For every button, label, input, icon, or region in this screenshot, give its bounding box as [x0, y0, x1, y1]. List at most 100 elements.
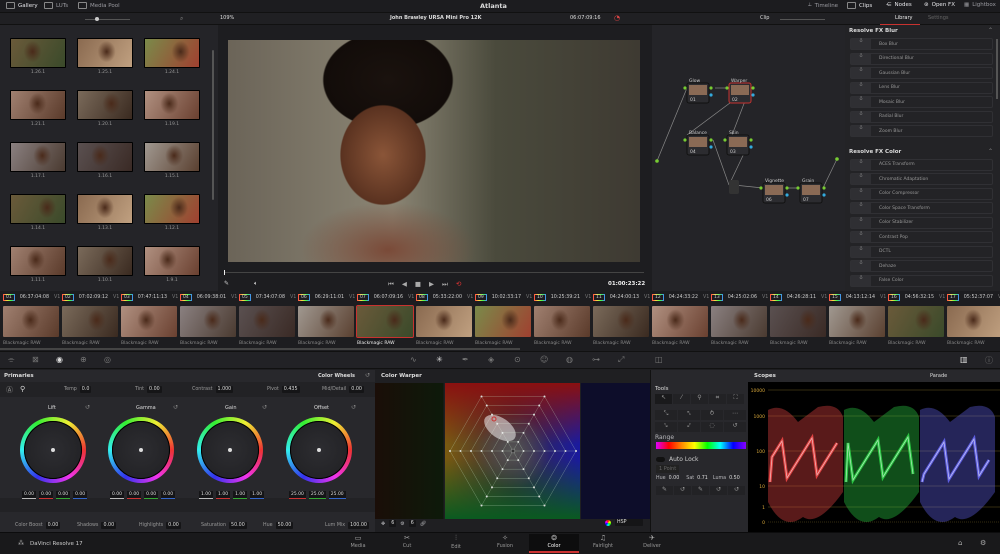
fx-item[interactable]: ♁ DCTL — [850, 245, 993, 258]
scope-mode-dropdown[interactable]: Parade — [930, 373, 947, 379]
timeline-tab[interactable]: ⟂ Timeline — [808, 2, 838, 9]
wheel-center-handle[interactable] — [317, 448, 321, 452]
node-skin[interactable]: Skin 03 — [723, 130, 753, 156]
clip-thumbnail[interactable] — [416, 306, 472, 337]
gallery-still[interactable] — [10, 38, 66, 68]
color-wheel-offset[interactable] — [286, 417, 352, 483]
wheel-value[interactable]: 0.00 — [127, 491, 142, 499]
node-input[interactable] — [683, 138, 687, 142]
search-icon[interactable]: ⌕ — [180, 15, 183, 23]
node-input[interactable] — [683, 86, 687, 90]
gallery-still[interactable] — [77, 194, 133, 224]
fx-item[interactable]: ♁ Lens Blur — [850, 81, 993, 94]
wheel-value[interactable]: 25.00 — [328, 491, 346, 499]
rgb-mixer-icon[interactable]: ⊕ — [80, 355, 87, 364]
fx-group-title[interactable]: Resolve FX Blur — [849, 28, 898, 34]
wheel-value[interactable]: 0.00 — [22, 491, 37, 499]
hue-value[interactable]: 0.00 — [669, 476, 680, 481]
gallery-still[interactable] — [144, 246, 200, 276]
gallery-still[interactable] — [10, 90, 66, 120]
page-tab-cut[interactable]: ✂ Cut — [382, 534, 432, 549]
fx-item[interactable]: ♁ Color Stabilizer — [850, 216, 993, 229]
curves-icon[interactable]: ∿ — [410, 355, 417, 364]
wheel-value[interactable]: 1.00 — [233, 491, 248, 499]
jump-end-icon[interactable]: ⏭ — [442, 280, 448, 289]
param-value[interactable]: 0.00 — [101, 522, 117, 529]
clip-thumbnail[interactable] — [356, 305, 414, 338]
wheel-value[interactable]: 0.00 — [144, 491, 159, 499]
node-output[interactable] — [709, 86, 713, 90]
gallery-still[interactable] — [144, 142, 200, 172]
param-value[interactable]: 100.00 — [348, 522, 369, 529]
link-icon[interactable]: 🔗︎ — [420, 521, 426, 527]
wheel-center-handle[interactable] — [51, 448, 55, 452]
fx-item[interactable]: ♁ Color Space Transform — [850, 202, 993, 214]
clip-thumbnail[interactable] — [62, 306, 118, 337]
viewer-scrubber[interactable] — [224, 270, 644, 275]
clip-thumbnail[interactable] — [298, 306, 354, 337]
param-value[interactable]: 50.00 — [229, 522, 247, 529]
camera-raw-icon[interactable]: ⌯ — [8, 355, 14, 365]
qualifier-action-button[interactable]: ↺ — [710, 486, 727, 495]
page-tab-color[interactable]: ❂ Color — [529, 534, 579, 553]
node-balance[interactable]: Balance 04 — [683, 130, 713, 156]
node-input[interactable] — [723, 138, 727, 142]
node-input[interactable] — [759, 186, 763, 190]
node-glow[interactable]: Glow 01 — [683, 78, 713, 104]
qualifier-action-button[interactable]: ↺ — [728, 486, 745, 495]
color-icon[interactable]: ◔ — [614, 14, 620, 22]
clip-name-dropdown[interactable]: John Brawley URSA Mini Pro 12K — [390, 15, 482, 21]
nodes-tab[interactable]: ⋲ Nodes — [886, 2, 912, 8]
source-timecode[interactable]: 06:07:09:16 — [570, 15, 601, 21]
tracker-icon[interactable]: ⊙ — [514, 355, 521, 364]
collapse-icon[interactable]: ⌃ — [988, 27, 993, 34]
param-value[interactable]: 0.00 — [166, 522, 181, 529]
auto-lock-toggle[interactable] — [656, 457, 665, 462]
clip-strip-scrollbar[interactable] — [0, 348, 520, 350]
wheel-value[interactable]: 0.00 — [39, 491, 54, 499]
warper-tool-button[interactable]: ⚲ — [691, 394, 708, 404]
gallery-still[interactable] — [10, 194, 66, 224]
range-bar[interactable] — [656, 442, 746, 449]
fx-item[interactable]: ♁ Gaussian Blur — [850, 67, 993, 79]
gallery-still[interactable] — [77, 246, 133, 276]
clip-thumbnail[interactable] — [239, 306, 295, 337]
node-warper[interactable]: Warper 02 — [725, 78, 755, 104]
clip-thumbnail[interactable] — [829, 306, 885, 337]
fx-item[interactable]: ♁ Contrast Pop — [850, 231, 993, 243]
warper-tool-button[interactable]: ⤣ — [678, 410, 700, 420]
fx-item[interactable]: ♁ Radial Blur — [850, 110, 993, 123]
clip-thumbnail[interactable] — [947, 306, 1000, 337]
grid-b-dropdown[interactable]: 6 — [408, 520, 416, 527]
wheel-value[interactable]: 0.00 — [161, 491, 176, 499]
param-value[interactable]: 0.00 — [349, 386, 364, 393]
clip-thumbnail[interactable] — [593, 306, 649, 337]
node-input[interactable] — [796, 186, 800, 190]
page-tab-deliver[interactable]: ✈ Deliver — [627, 534, 677, 549]
luts-tab[interactable]: LUTs — [44, 2, 68, 9]
wheel-center-handle[interactable] — [228, 448, 232, 452]
fx-item[interactable]: ♁ Dehaze — [850, 260, 993, 272]
warper-grid[interactable] — [375, 383, 650, 519]
luma-value[interactable]: 0.50 — [729, 476, 740, 481]
param-value[interactable]: 1.000 — [215, 386, 234, 393]
node-key-output[interactable] — [709, 145, 713, 149]
scopes-icon[interactable]: ▥ — [960, 355, 968, 364]
node-mode-dropdown[interactable]: Clip — [760, 15, 769, 21]
wheel-value[interactable]: 0.00 — [110, 491, 125, 499]
3d-icon[interactable]: ◫ — [655, 355, 663, 364]
a-mode-icon[interactable]: Ⓐ — [6, 385, 13, 395]
color-wheel-gain[interactable] — [197, 417, 263, 483]
fx-item[interactable]: ♁ Box Blur — [850, 38, 993, 50]
qualifier-action-button[interactable]: ✎ — [656, 486, 673, 495]
gallery-still[interactable] — [10, 246, 66, 276]
wheel-value[interactable]: 0.00 — [56, 491, 71, 499]
warper-tool-button[interactable]: ⤡ — [655, 410, 677, 420]
warper-center-point[interactable] — [510, 448, 516, 454]
loop-icon[interactable]: ⟲ — [456, 280, 461, 289]
blur-icon[interactable]: ◍ — [566, 355, 573, 364]
magic-mask-icon[interactable]: ☺ — [540, 355, 548, 364]
reset-icon[interactable]: ↺ — [365, 372, 370, 379]
settings-tab[interactable]: Settings — [928, 15, 949, 21]
warper-tool-button[interactable]: ◌ — [701, 422, 723, 432]
